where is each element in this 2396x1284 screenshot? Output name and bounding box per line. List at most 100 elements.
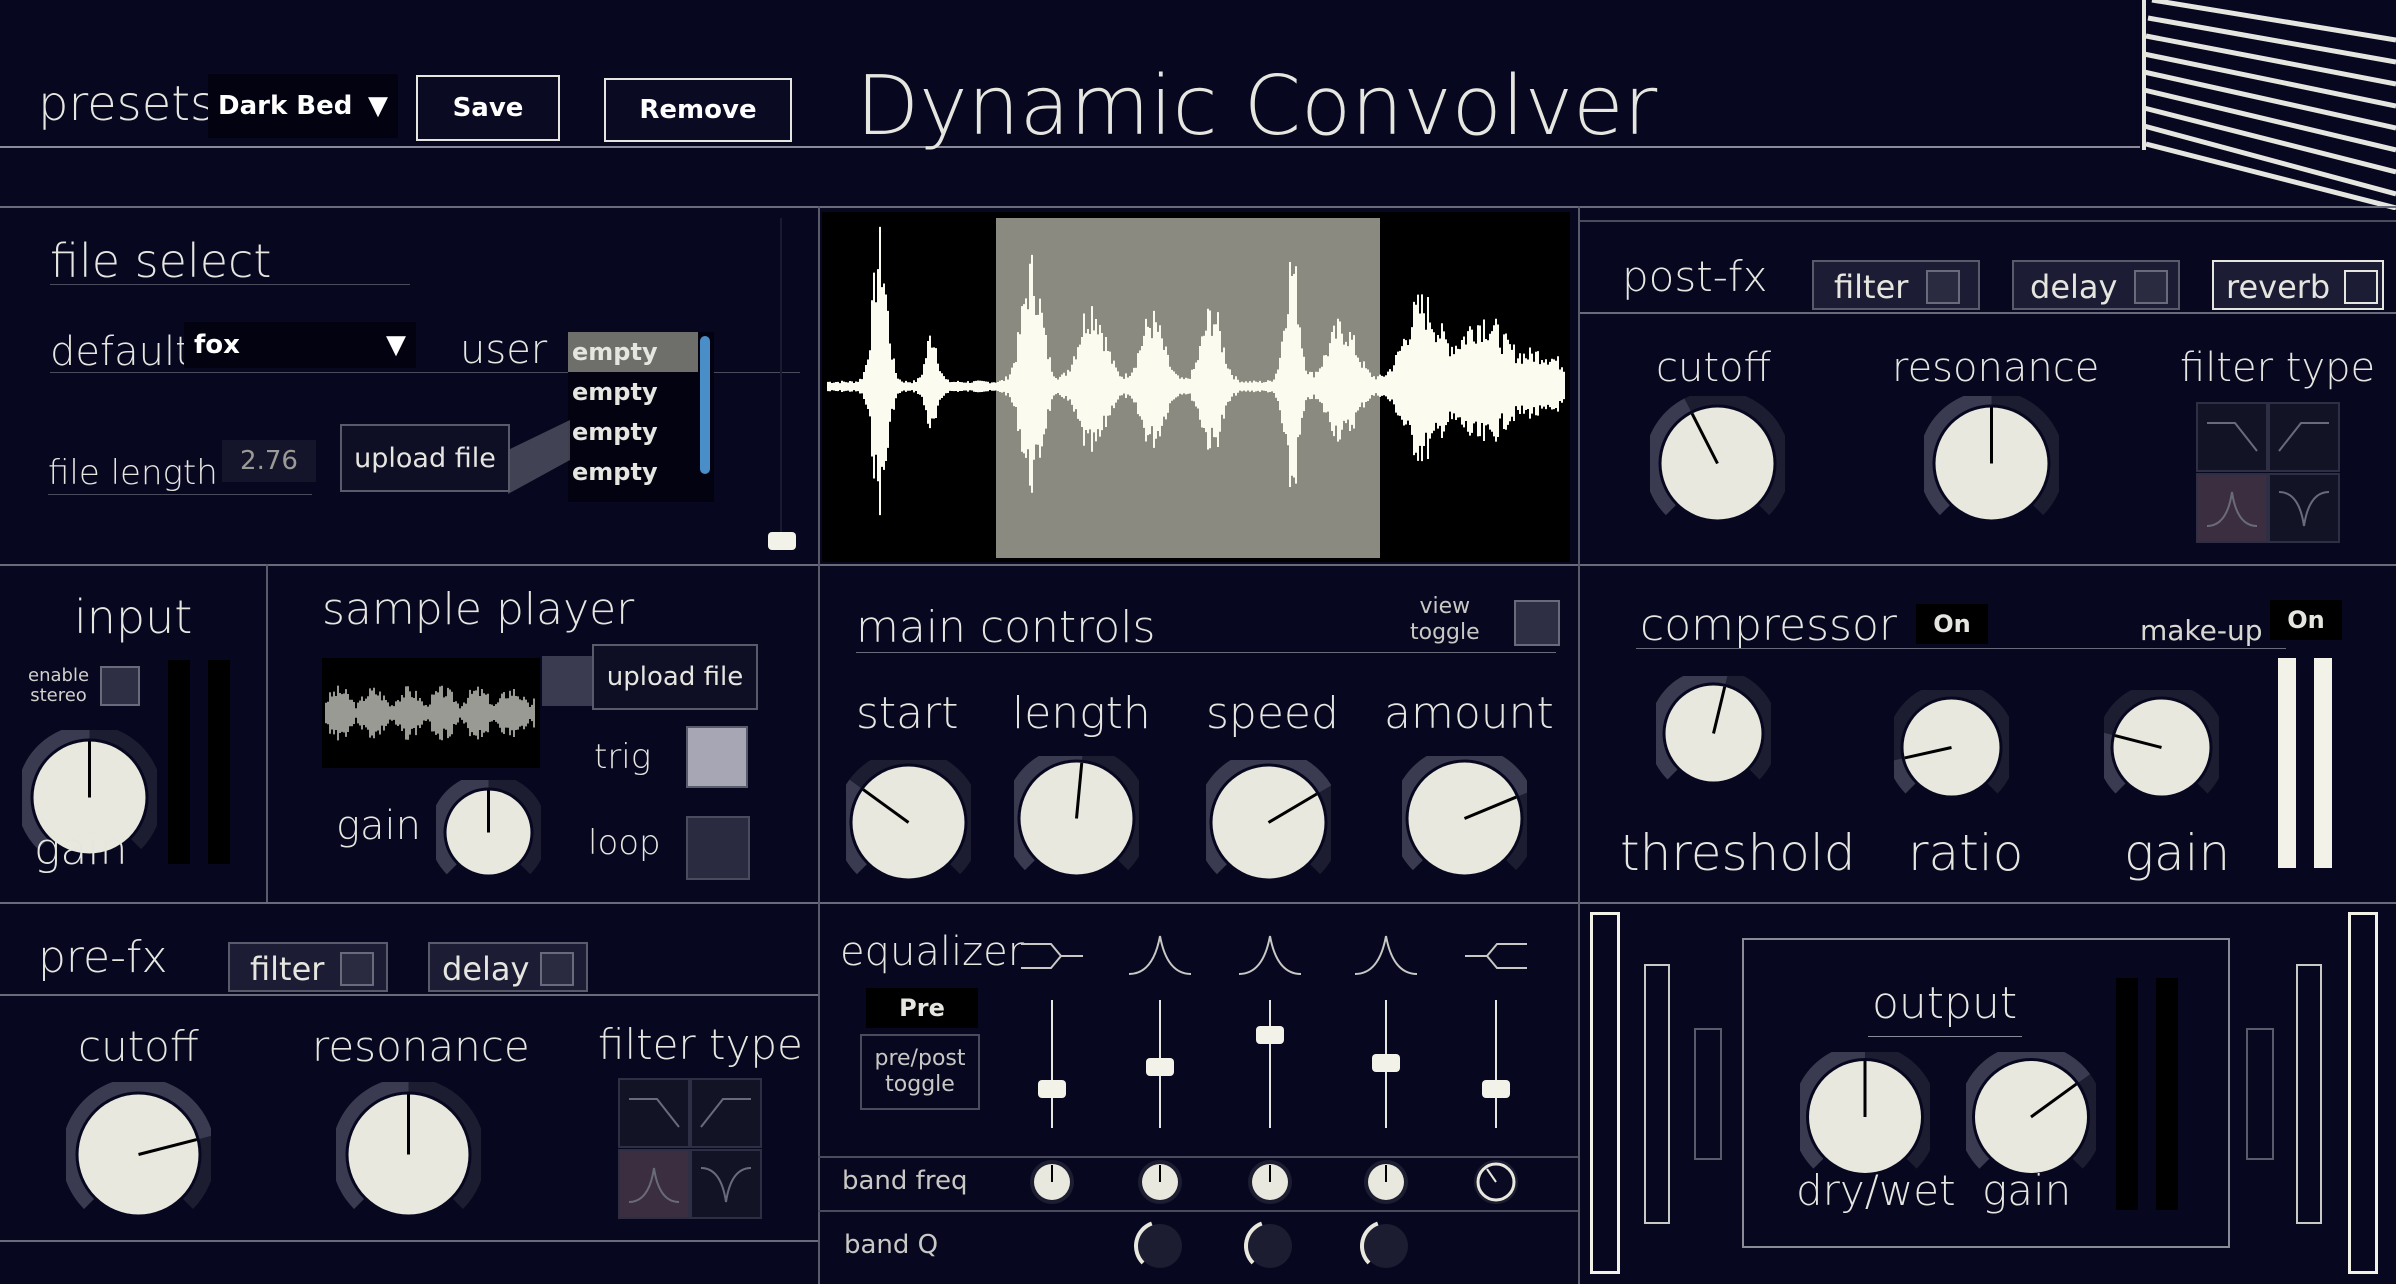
band-q-divider xyxy=(818,1210,1578,1212)
remove-button[interactable]: Remove xyxy=(604,78,792,142)
amount-knob[interactable] xyxy=(1391,745,1538,885)
checkbox[interactable] xyxy=(340,952,374,986)
sample-gain-label: gain xyxy=(336,803,421,849)
band-q-knob[interactable] xyxy=(1132,1218,1188,1274)
input-gain-label: gain xyxy=(34,824,128,875)
save-button[interactable]: Save xyxy=(416,75,560,141)
file-fader-thumb[interactable] xyxy=(768,532,796,550)
user-file-list[interactable]: empty empty empty empty xyxy=(568,332,714,502)
pre-fx-cutoff-knob[interactable] xyxy=(61,1077,216,1231)
band-freq-knob[interactable] xyxy=(1471,1157,1521,1207)
pre-fx-filter-type-grid[interactable] xyxy=(618,1078,762,1224)
col-divider-right xyxy=(1578,206,1580,1284)
knob-graphic xyxy=(1886,682,2017,796)
trig-button[interactable] xyxy=(686,726,748,788)
file-select-title: file select xyxy=(50,234,272,288)
eq-band-slider[interactable] xyxy=(1146,1058,1174,1076)
ratio-label: ratio xyxy=(1908,824,2024,882)
file-length-underline xyxy=(48,494,312,495)
eq-band-slider[interactable] xyxy=(1038,1080,1066,1098)
list-item[interactable]: empty xyxy=(572,418,658,446)
band-freq-knob[interactable] xyxy=(1027,1157,1077,1207)
sample-upload-button[interactable]: upload file xyxy=(592,644,758,710)
pre-fx-delay-label: delay xyxy=(442,950,530,988)
band-q-knob[interactable] xyxy=(1358,1218,1414,1274)
file-fader-track xyxy=(780,218,782,538)
pre-fx-cutoff-label: cutoff xyxy=(78,1022,199,1071)
knob-graphic xyxy=(1792,1044,1938,1173)
sample-waveform[interactable] xyxy=(322,658,540,768)
threshold-knob[interactable] xyxy=(1648,668,1779,795)
list-item[interactable]: empty xyxy=(572,458,658,486)
band-q-knob[interactable] xyxy=(1242,1218,1298,1274)
ratio-knob[interactable] xyxy=(1886,682,2017,809)
view-toggle-checkbox[interactable] xyxy=(1514,600,1560,646)
makeup-label: make-up xyxy=(2140,614,2263,647)
list-item[interactable]: empty xyxy=(572,378,658,406)
loop-toggle[interactable] xyxy=(686,816,750,880)
pre-fx-title: pre-fx xyxy=(38,932,168,983)
compressor-underline xyxy=(1636,648,2286,649)
pre-fx-filter-toggle[interactable]: filter xyxy=(228,942,388,992)
enable-stereo-checkbox[interactable] xyxy=(100,666,140,706)
post-fx-filter-toggle[interactable]: filter xyxy=(1812,260,1980,310)
band-freq-knob[interactable] xyxy=(1135,1157,1185,1207)
eq-band-slider-track xyxy=(1269,1000,1271,1128)
output-level-meter-left xyxy=(2116,978,2138,1210)
post-fx-reverb-toggle[interactable]: reverb xyxy=(2212,260,2384,310)
filter-type-icons xyxy=(2196,402,2340,543)
checkbox[interactable] xyxy=(1926,270,1960,304)
post-fx-delay-toggle[interactable]: delay xyxy=(2012,260,2180,310)
knob-graphic xyxy=(429,773,548,875)
default-file-dropdown[interactable]: fox ▼ xyxy=(184,322,416,368)
speed-label: speed xyxy=(1206,688,1339,739)
list-scrollbar[interactable] xyxy=(700,336,710,474)
post-fx-resonance-knob[interactable] xyxy=(1918,390,2065,535)
pre-fx-resonance-label: resonance xyxy=(312,1022,530,1071)
upload-connector-decoration xyxy=(508,420,570,494)
preset-dropdown[interactable]: Dark Bed ▼ xyxy=(208,74,398,138)
compressor-gain-knob[interactable] xyxy=(2096,682,2227,809)
post-fx-cutoff-knob[interactable] xyxy=(1644,390,1791,535)
speed-knob[interactable] xyxy=(1195,749,1342,889)
band-freq-knob[interactable] xyxy=(1245,1157,1295,1207)
waveform-trace xyxy=(827,226,1565,516)
eq-band-slider[interactable] xyxy=(1372,1054,1400,1072)
filter-type-icons xyxy=(618,1078,762,1219)
checkbox[interactable] xyxy=(2344,270,2378,304)
knob-graphic xyxy=(1003,745,1150,875)
eq-band-slider[interactable] xyxy=(1256,1026,1284,1044)
loop-label: loop xyxy=(588,823,661,863)
pre-fx-delay-toggle[interactable]: delay xyxy=(428,942,588,992)
view-toggle-label: view toggle xyxy=(1410,594,1480,645)
post-fx-delay-label: delay xyxy=(2030,268,2118,306)
threshold-label: threshold xyxy=(1620,824,1856,882)
post-fx-title: post-fx xyxy=(1622,252,1768,301)
upload-file-button[interactable]: upload file xyxy=(340,424,510,492)
peak-icon xyxy=(1128,935,1192,975)
band-freq-knob[interactable] xyxy=(1361,1157,1411,1207)
waveform-display[interactable] xyxy=(822,212,1570,562)
sample-gain-knob[interactable] xyxy=(429,773,548,889)
list-item[interactable]: empty xyxy=(572,338,658,366)
pre-fx-resonance-knob[interactable] xyxy=(331,1077,486,1231)
eq-band-slider[interactable] xyxy=(1482,1080,1510,1098)
col-divider-left xyxy=(818,206,820,1284)
main-controls-title: main controls xyxy=(856,602,1156,653)
user-label: user xyxy=(460,327,548,373)
default-label: default xyxy=(50,329,191,375)
compressor-gain-label: gain xyxy=(2124,824,2231,882)
highshelf-icon xyxy=(1465,943,1527,969)
corner-stripes-decoration xyxy=(2142,0,2396,210)
length-knob[interactable] xyxy=(1003,745,1150,885)
sample-upload-indicator xyxy=(542,656,594,706)
amount-label: amount xyxy=(1384,688,1554,739)
post-fx-filter-type-grid[interactable] xyxy=(2196,402,2340,548)
makeup-on-toggle[interactable]: On xyxy=(2270,600,2342,640)
compressor-on-toggle[interactable]: On xyxy=(1916,604,1988,644)
checkbox[interactable] xyxy=(2134,270,2168,304)
start-knob[interactable] xyxy=(835,749,982,889)
eq-pre-post-toggle[interactable]: pre/post toggle xyxy=(860,1034,980,1110)
checkbox[interactable] xyxy=(540,952,574,986)
waveform xyxy=(827,226,1565,516)
